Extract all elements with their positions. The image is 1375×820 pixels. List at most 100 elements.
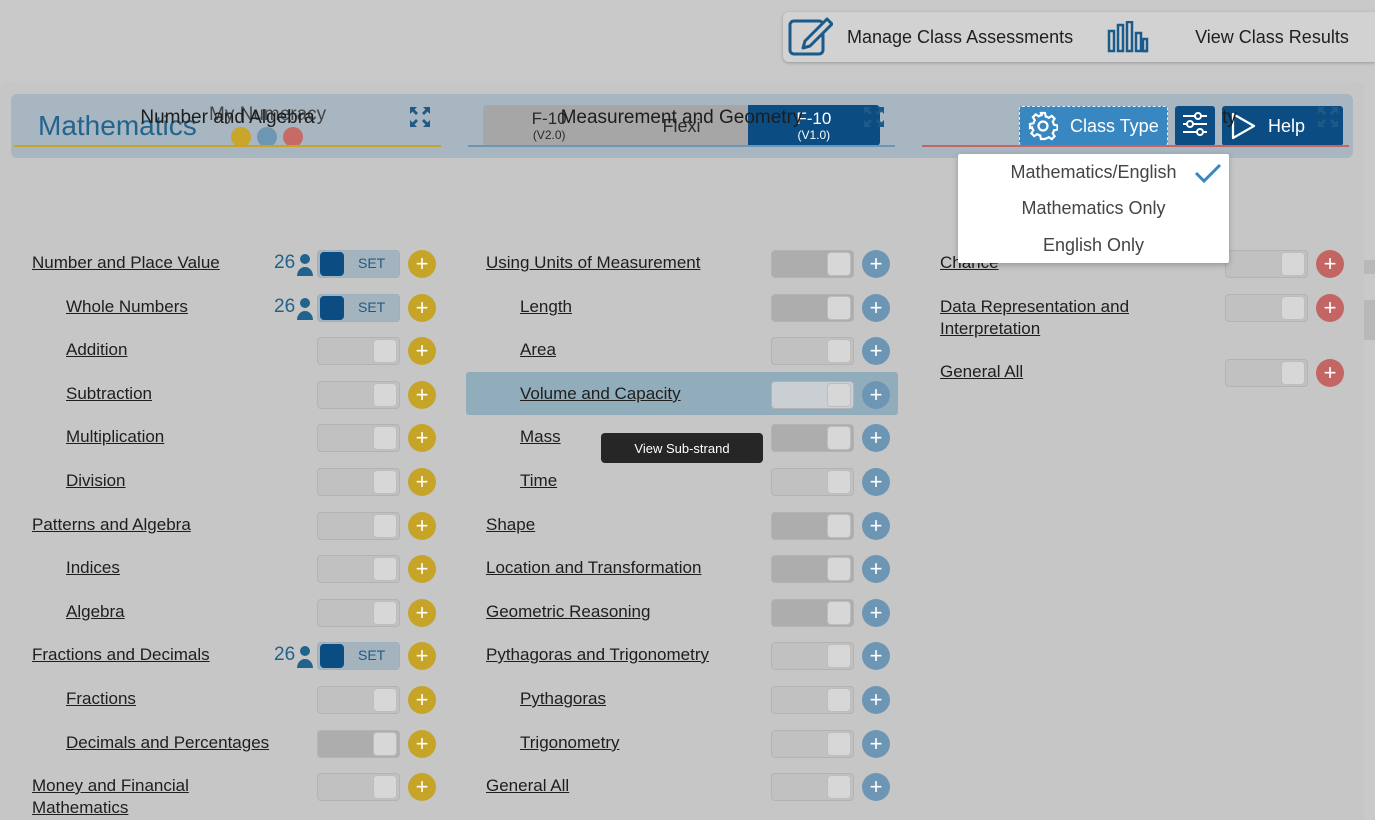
substrand-link[interactable]: Area [520, 339, 556, 361]
toggle[interactable] [317, 468, 400, 496]
substrand-link[interactable]: Trigonometry [520, 732, 620, 754]
strand-link[interactable]: Shape [486, 514, 535, 536]
toggle[interactable] [317, 337, 400, 365]
add-button[interactable]: + [408, 686, 436, 714]
substrand-link[interactable]: Length [520, 296, 572, 318]
add-button[interactable]: + [862, 294, 890, 322]
substrand-link[interactable]: Indices [66, 557, 120, 579]
column-title: Number and Algebra [140, 107, 315, 128]
toggle[interactable] [771, 424, 854, 452]
add-button[interactable]: + [408, 381, 436, 409]
toggle[interactable] [771, 250, 854, 278]
toggle[interactable] [317, 381, 400, 409]
toggle[interactable] [317, 512, 400, 540]
strand-link[interactable]: Geometric Reasoning [486, 601, 650, 623]
add-button[interactable]: + [862, 468, 890, 496]
add-button[interactable]: + [862, 337, 890, 365]
expand-icon[interactable] [863, 106, 885, 134]
toggle[interactable] [771, 599, 854, 627]
strand-link[interactable]: Fractions and Decimals [32, 644, 210, 666]
substrand-link[interactable]: Multiplication [66, 426, 164, 448]
add-button[interactable]: + [862, 599, 890, 627]
toggle[interactable] [771, 337, 854, 365]
substrand-link[interactable]: Addition [66, 339, 127, 361]
strand-link[interactable]: Location and Transformation [486, 557, 701, 579]
toggle[interactable] [317, 686, 400, 714]
student-count: 26 [274, 252, 296, 273]
toggle[interactable] [771, 294, 854, 322]
toggle[interactable] [771, 512, 854, 540]
toggle[interactable] [771, 468, 854, 496]
substrand-link[interactable]: Subtraction [66, 383, 152, 405]
add-button[interactable]: + [408, 250, 436, 278]
add-button[interactable]: + [1316, 294, 1344, 322]
substrand-link[interactable]: Mass [520, 426, 561, 448]
set-toggle[interactable]: SET [317, 294, 400, 322]
list-item: Geometric Reasoning + [454, 599, 894, 645]
expand-icon[interactable] [1317, 106, 1339, 134]
add-button[interactable]: + [408, 642, 436, 670]
dropdown-option-math-only[interactable]: Mathematics Only [958, 198, 1229, 219]
substrand-link[interactable]: Pythagoras [520, 688, 606, 710]
manage-class-assessments-label: Manage Class Assessments [847, 26, 1074, 47]
add-button[interactable]: + [862, 642, 890, 670]
add-button[interactable]: + [408, 512, 436, 540]
set-toggle[interactable]: SET [317, 642, 400, 670]
add-button[interactable]: + [408, 468, 436, 496]
toggle[interactable] [771, 381, 854, 409]
strand-link[interactable]: General All [486, 775, 569, 797]
add-button[interactable]: + [862, 250, 890, 278]
toggle[interactable] [1225, 294, 1308, 322]
person-icon [296, 297, 314, 326]
add-button[interactable]: + [408, 555, 436, 583]
add-button[interactable]: + [408, 337, 436, 365]
toggle[interactable] [771, 730, 854, 758]
edge-fragment [1364, 260, 1375, 274]
strand-link[interactable]: Patterns and Algebra [32, 514, 191, 536]
add-button[interactable]: + [408, 730, 436, 758]
toggle[interactable] [317, 773, 400, 801]
add-button[interactable]: + [862, 773, 890, 801]
toggle[interactable] [317, 555, 400, 583]
add-button[interactable]: + [408, 773, 436, 801]
add-button[interactable]: + [862, 686, 890, 714]
substrand-link[interactable]: Fractions [66, 688, 136, 710]
substrand-link[interactable]: Algebra [66, 601, 125, 623]
add-button[interactable]: + [1316, 359, 1344, 387]
strand-link[interactable]: Using Units of Measurement [486, 252, 700, 274]
strand-link[interactable]: Data Representation and Interpretation [940, 296, 1160, 340]
toggle[interactable] [317, 599, 400, 627]
dropdown-option-math-english[interactable]: Mathematics/English [958, 162, 1229, 183]
add-button[interactable]: + [862, 424, 890, 452]
set-toggle[interactable]: SET [317, 250, 400, 278]
substrand-link[interactable]: Division [66, 470, 126, 492]
expand-icon[interactable] [409, 106, 431, 134]
manage-class-assessments-button[interactable]: Manage Class Assessments [783, 12, 1073, 62]
toggle[interactable] [317, 730, 400, 758]
strand-link[interactable]: General All [940, 361, 1023, 383]
add-button[interactable]: + [408, 599, 436, 627]
strand-link[interactable]: Pythagoras and Trigonometry [486, 644, 709, 666]
toggle[interactable] [771, 686, 854, 714]
toggle[interactable] [317, 424, 400, 452]
view-class-results-button[interactable]: View Class Results [1073, 12, 1349, 62]
substrand-link[interactable]: Time [520, 470, 557, 492]
add-button[interactable]: + [862, 381, 890, 409]
add-button[interactable]: + [862, 512, 890, 540]
toggle[interactable] [771, 642, 854, 670]
add-button[interactable]: + [408, 424, 436, 452]
toggle[interactable] [771, 555, 854, 583]
substrand-link[interactable]: Whole Numbers [66, 296, 188, 318]
toggle[interactable] [771, 773, 854, 801]
substrand-link[interactable]: Volume and Capacity [520, 383, 681, 405]
add-button[interactable]: + [1316, 250, 1344, 278]
dropdown-option-english-only[interactable]: English Only [958, 235, 1229, 256]
toggle[interactable] [1225, 359, 1308, 387]
substrand-link[interactable]: Decimals and Percentages [66, 732, 269, 754]
add-button[interactable]: + [862, 730, 890, 758]
strand-link[interactable]: Money and Financial Mathematics [32, 775, 222, 819]
strand-link[interactable]: Number and Place Value [32, 252, 220, 274]
add-button[interactable]: + [862, 555, 890, 583]
add-button[interactable]: + [408, 294, 436, 322]
toggle[interactable] [1225, 250, 1308, 278]
